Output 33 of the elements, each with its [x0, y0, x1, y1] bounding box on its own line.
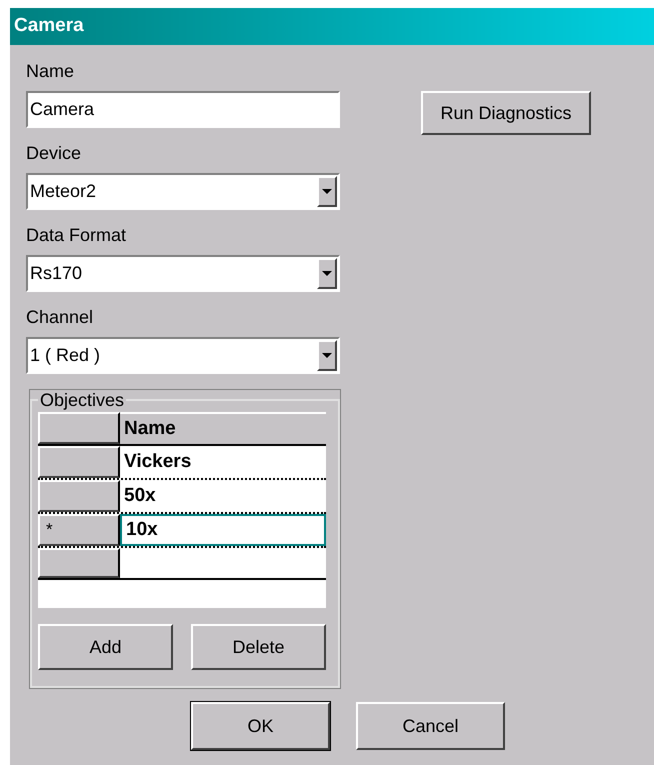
dropdown-value: Rs170	[30, 262, 82, 285]
current-row-marker: *	[46, 519, 53, 542]
dropdown-field[interactable]: Meteor2	[26, 173, 340, 210]
row-header[interactable]: *	[38, 514, 120, 546]
dialog-button[interactable]: OK	[191, 702, 330, 750]
dropdown-button[interactable]	[317, 176, 337, 207]
name-field[interactable]: Camera	[26, 91, 340, 128]
row-header[interactable]	[38, 548, 120, 578]
table-cell[interactable]: 50x	[120, 480, 326, 512]
dropdown-field[interactable]: Rs170	[26, 255, 340, 292]
grid-action-button[interactable]: Delete	[191, 624, 326, 670]
field-label: Data Format	[26, 224, 126, 247]
table-cell[interactable]: 10x	[120, 514, 326, 546]
table-cell[interactable]: Vickers	[120, 446, 326, 478]
field-label: Channel	[26, 306, 94, 329]
dialog-button[interactable]: Cancel	[356, 702, 505, 750]
dropdown-field[interactable]: 1 ( Red )	[26, 337, 340, 374]
run-diagnostics-button[interactable]: Run Diagnostics	[421, 91, 591, 135]
group-title: Objectives	[39, 390, 126, 410]
field-label: Device	[26, 142, 82, 165]
row-header[interactable]	[38, 446, 120, 478]
dropdown-button[interactable]	[317, 340, 337, 371]
caret-icon	[322, 188, 332, 194]
window-title: Camera	[14, 14, 84, 38]
dropdown-button[interactable]	[317, 258, 337, 289]
grid-action-button[interactable]: Add	[38, 624, 173, 670]
row-header[interactable]	[38, 480, 120, 512]
dropdown-value: 1 ( Red )	[30, 344, 100, 367]
dropdown-value: Meteor2	[30, 180, 96, 203]
caret-icon	[322, 270, 332, 276]
caret-icon	[322, 352, 332, 358]
field-label: Name	[26, 60, 74, 83]
column-header: Name	[120, 412, 326, 444]
